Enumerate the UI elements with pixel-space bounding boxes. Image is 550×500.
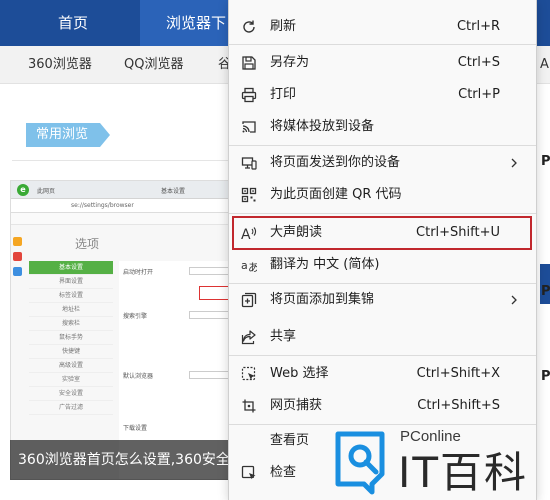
menu-item-send-to-devices[interactable]: 将页面发送到你的设备 xyxy=(229,147,536,179)
refresh-icon xyxy=(243,20,255,33)
menu-separator xyxy=(229,355,536,356)
app-icon xyxy=(13,267,22,276)
thumbnail-tab: 基本设置 xyxy=(161,188,186,195)
thumbnail-menu-item: 搜索栏 xyxy=(29,317,113,331)
edge-letter: P xyxy=(541,154,550,169)
app-icon xyxy=(13,237,22,246)
thumbnail-menu-item: 界面设置 xyxy=(29,275,113,289)
thumbnail-menu-item: 基本设置 xyxy=(29,261,113,275)
svg-text:a: a xyxy=(241,259,248,272)
thumbnail-menu-item: 广告过滤 xyxy=(29,401,113,415)
edge-letter: P xyxy=(541,284,550,299)
menu-item-shortcut: Ctrl+Shift+S xyxy=(417,398,500,413)
menu-item-refresh[interactable]: 刷新 Ctrl+R xyxy=(229,11,536,43)
thumbnail-label: 搜索引擎 xyxy=(123,313,148,320)
menu-item-label: 另存为 xyxy=(270,55,310,70)
highlight-box xyxy=(232,216,532,250)
menu-item-web-select[interactable]: Web 选择 Ctrl+Shift+X xyxy=(229,358,536,390)
menu-item-shortcut: Ctrl+Shift+X xyxy=(416,366,500,381)
thumbnail-tab: 此网页 xyxy=(37,188,56,195)
cast-icon xyxy=(242,121,256,133)
thumbnail-menu-item: 鼠标手势 xyxy=(29,331,113,345)
thumbnail-menu-item: 实验室 xyxy=(29,373,113,387)
menu-item-web-capture[interactable]: 网页捕获 Ctrl+Shift+S xyxy=(229,390,536,422)
menu-item-label: 翻译为 中文 (简体) xyxy=(270,257,380,272)
chevron-right-icon xyxy=(511,295,517,305)
edge-letter: P xyxy=(541,369,550,384)
thumbnail-bookmarks xyxy=(11,213,235,225)
inspect-icon xyxy=(241,465,256,480)
send-to-device-icon xyxy=(241,157,257,170)
menu-item-shortcut: Ctrl+P xyxy=(458,87,500,102)
nav-home-link[interactable]: 首页 xyxy=(58,0,88,46)
menu-separator xyxy=(229,44,536,45)
menu-item-cast-media[interactable]: 将媒体投放到设备 xyxy=(229,111,536,143)
save-as-icon xyxy=(242,56,256,70)
menu-separator xyxy=(229,213,536,214)
watermark: PConline IT百科 xyxy=(322,426,550,500)
divider xyxy=(12,160,232,161)
menu-item-shortcut: Ctrl+R xyxy=(456,19,500,34)
menu-separator xyxy=(229,145,536,146)
menu-item-label: 打印 xyxy=(270,87,297,102)
share-icon xyxy=(241,330,256,345)
thumbnail-tabbar: e 此网页 基本设置 xyxy=(11,181,235,199)
translate-icon: aあ xyxy=(241,259,257,273)
subnav-item-partial-right[interactable]: A xyxy=(540,46,550,84)
print-icon xyxy=(241,87,257,103)
menu-item-label: 共享 xyxy=(270,329,297,344)
menu-item-share[interactable]: 共享 xyxy=(229,321,536,353)
browser-logo-icon: e xyxy=(17,184,29,196)
article-caption[interactable]: 360浏览器首页怎么设置,360安全 xyxy=(10,440,236,480)
thumbnail-menu-item: 标签设置 xyxy=(29,289,113,303)
subnav-item-qq[interactable]: QQ浏览器 xyxy=(124,46,183,84)
menu-item-label: 刷新 xyxy=(270,19,297,34)
collections-icon xyxy=(241,292,257,308)
menu-item-label: 将页面发送到你的设备 xyxy=(270,155,401,170)
watermark-pconline: PConline xyxy=(400,428,461,445)
svg-text:あ: あ xyxy=(248,261,257,273)
web-select-icon xyxy=(241,366,256,381)
thumbnail-menu-item: 高级设置 xyxy=(29,359,113,373)
nav-browser-link[interactable]: 浏览器下 xyxy=(140,0,240,46)
menu-item-label: 将媒体投放到设备 xyxy=(270,119,375,134)
thumbnail-label: 下载设置 xyxy=(123,425,148,432)
menu-item-print[interactable]: 打印 Ctrl+P xyxy=(229,79,536,111)
menu-item-add-to-collections[interactable]: 将页面添加到集锦 xyxy=(229,284,536,316)
menu-item-save-as[interactable]: 另存为 Ctrl+S xyxy=(229,47,536,79)
app-icon xyxy=(13,252,22,261)
chevron-right-icon xyxy=(511,158,517,168)
thumbnail-menu-item: 地址栏 xyxy=(29,303,113,317)
menu-item-label: 为此页面创建 QR 代码 xyxy=(270,187,402,202)
menu-item-label: 检查 xyxy=(270,465,297,480)
thumbnail-menu-item: 快捷键 xyxy=(29,345,113,359)
thumbnail-title: 选项 xyxy=(75,237,100,251)
watermark-brand: IT百科 xyxy=(398,448,529,497)
pconline-logo-icon xyxy=(335,431,385,495)
section-tag: 常用浏览 xyxy=(26,123,110,147)
menu-item-label: 查看页 xyxy=(270,433,310,448)
menu-item-label: Web 选择 xyxy=(270,366,329,381)
subnav-item-360[interactable]: 360浏览器 xyxy=(28,46,92,84)
context-menu: 刷新 Ctrl+R 另存为 Ctrl+S 打印 Ctrl+P 将媒体投放到设备 … xyxy=(228,0,537,500)
web-capture-icon xyxy=(242,399,256,413)
thumbnail-side-icons xyxy=(13,237,23,282)
qr-code-icon xyxy=(241,187,257,203)
menu-item-translate[interactable]: aあ 翻译为 中文 (简体) xyxy=(229,249,536,281)
thumbnail-label: 启动时打开 xyxy=(123,269,154,276)
menu-item-label: 将页面添加到集锦 xyxy=(270,292,375,307)
menu-item-label: 网页捕获 xyxy=(270,398,323,413)
menu-item-create-qr-code[interactable]: 为此页面创建 QR 代码 xyxy=(229,179,536,211)
thumbnail-menu-item: 安全设置 xyxy=(29,387,113,401)
thumbnail-label: 默认浏览器 xyxy=(123,373,154,380)
article-thumbnail[interactable]: e 此网页 基本设置 se://settings/browser 选项 基本设置… xyxy=(10,180,236,480)
menu-item-shortcut: Ctrl+S xyxy=(457,55,500,70)
thumbnail-menu: 基本设置 界面设置 标签设置 地址栏 搜索栏 鼠标手势 快捷键 高级设置 实验室… xyxy=(29,261,113,415)
thumbnail-address: se://settings/browser xyxy=(11,199,235,213)
